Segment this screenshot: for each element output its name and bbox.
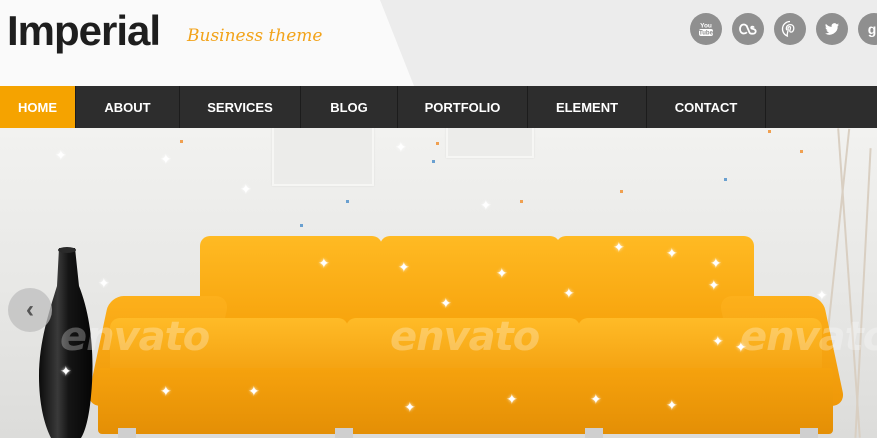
nav-item-element[interactable]: ELEMENT [528, 86, 647, 128]
confetti-dot [520, 200, 523, 203]
sparkle-decoration: ✦ [666, 245, 678, 261]
svg-text:g: g [868, 21, 877, 37]
nav-item-about[interactable]: ABOUT [76, 86, 180, 128]
youtube-icon[interactable]: You Tube [690, 13, 722, 45]
nav-item-label: CONTACT [674, 99, 738, 115]
slide-watermark: envato [390, 314, 540, 360]
svg-text:You: You [700, 23, 712, 30]
sparkle-decoration: ✦ [712, 333, 724, 349]
nav-item-blog[interactable]: BLOG [301, 86, 398, 128]
lastfm-icon[interactable] [732, 13, 764, 45]
sofa-base [98, 368, 833, 434]
sparkle-decoration: ✦ [496, 265, 508, 281]
nav-item-home[interactable]: HOME [0, 86, 76, 128]
hero-slider[interactable]: envato envato envato ✦ ✦ ✦ ✦ ✦ ✦ ✦ ✦ ✦ ✦… [0, 128, 877, 438]
wall-frame [446, 128, 534, 158]
sparkle-decoration: ✦ [98, 275, 110, 291]
sparkle-decoration: ✦ [60, 363, 72, 379]
sparkle-decoration: ✦ [816, 287, 828, 303]
confetti-dot [346, 200, 349, 203]
googleplus-icon[interactable]: g [858, 13, 877, 45]
sparkle-decoration: ✦ [708, 277, 720, 293]
slider-prev-button[interactable]: ‹ [8, 288, 52, 332]
sparkle-decoration: ✦ [440, 295, 452, 311]
site-header: Imperial Business theme You Tube g [0, 0, 877, 86]
sparkle-decoration: ✦ [480, 197, 492, 213]
sparkle-decoration: ✦ [240, 181, 252, 197]
sparkle-decoration: ✦ [735, 339, 747, 355]
nav-filler [766, 86, 877, 128]
slide-watermark: envato [740, 314, 877, 360]
sofa-leg [800, 428, 818, 438]
nav-item-label: HOME [18, 99, 57, 115]
confetti-dot [436, 142, 439, 145]
svg-text:Tube: Tube [699, 31, 714, 37]
sparkle-decoration: ✦ [160, 151, 172, 167]
nav-item-contact[interactable]: CONTACT [647, 86, 766, 128]
confetti-dot [300, 224, 303, 227]
sparkle-decoration: ✦ [506, 391, 518, 407]
nav-item-services[interactable]: SERVICES [180, 86, 301, 128]
nav-item-label: PORTFOLIO [424, 99, 501, 115]
site-logo[interactable]: Imperial [7, 6, 161, 56]
sofa-leg [585, 428, 603, 438]
sparkle-decoration: ✦ [404, 399, 416, 415]
nav-item-label: BLOG [330, 99, 368, 115]
chevron-left-icon: ‹ [26, 296, 34, 323]
sparkle-decoration: ✦ [710, 255, 722, 271]
nav-item-label: ABOUT [104, 99, 151, 115]
confetti-dot [620, 190, 623, 193]
site-tagline: Business theme [187, 26, 323, 46]
sparkle-decoration: ✦ [395, 139, 407, 155]
nav-item-label: SERVICES [207, 99, 273, 115]
confetti-dot [180, 140, 183, 143]
sofa-leg [335, 428, 353, 438]
sparkle-decoration: ✦ [55, 147, 67, 163]
confetti-dot [800, 150, 803, 153]
sparkle-decoration: ✦ [160, 383, 172, 399]
sparkle-decoration: ✦ [563, 285, 575, 301]
sparkle-decoration: ✦ [318, 255, 330, 271]
sparkle-decoration: ✦ [613, 239, 625, 255]
twitter-icon[interactable] [816, 13, 848, 45]
wall-frame [272, 128, 374, 186]
nav-item-label: ELEMENT [555, 99, 619, 115]
sparkle-decoration: ✦ [248, 383, 260, 399]
pinterest-icon[interactable] [774, 13, 806, 45]
sparkle-decoration: ✦ [590, 391, 602, 407]
slide-watermark: envato [60, 314, 210, 360]
confetti-dot [724, 178, 727, 181]
main-nav: HOME ABOUT SERVICES BLOG PORTFOLIO ELEME… [0, 86, 877, 128]
sofa-leg [118, 428, 136, 438]
nav-item-portfolio[interactable]: PORTFOLIO [398, 86, 528, 128]
confetti-dot [768, 130, 771, 133]
confetti-dot [432, 160, 435, 163]
sparkle-decoration: ✦ [666, 397, 678, 413]
sparkle-decoration: ✦ [398, 259, 410, 275]
